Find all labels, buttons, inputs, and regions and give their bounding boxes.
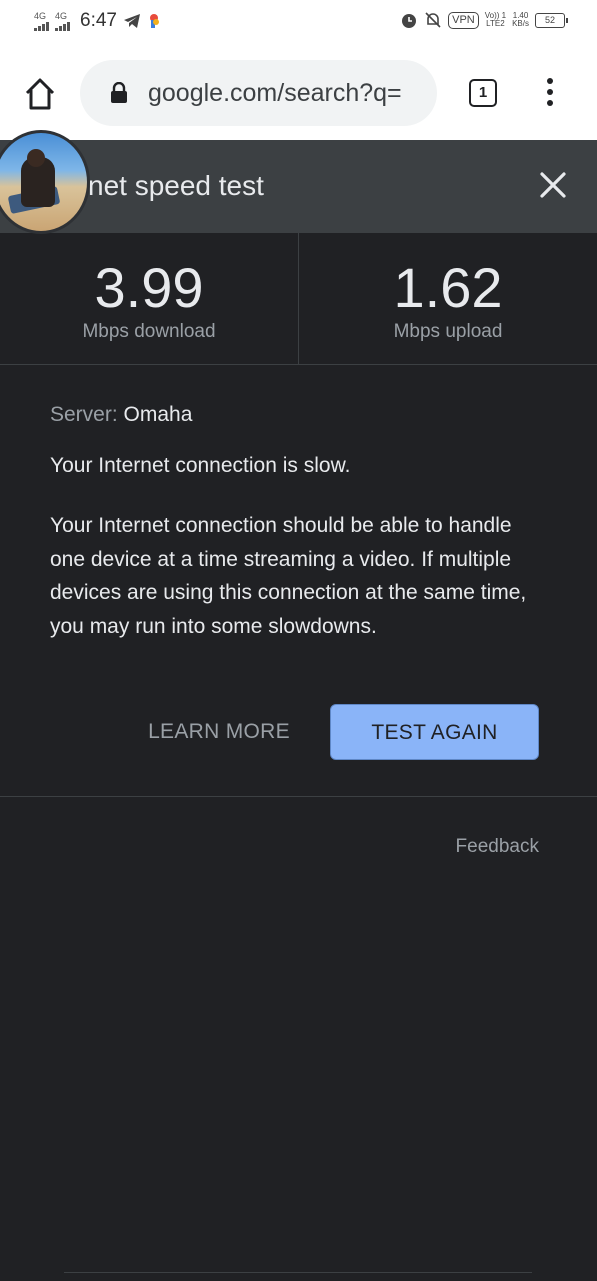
url-text: google.com/search?q= [148, 78, 402, 107]
server-label: Server: [50, 403, 118, 426]
download-label: Mbps download [82, 321, 216, 342]
network-type-2: 4G [55, 10, 68, 21]
browser-toolbar: google.com/search?q= 1 [0, 46, 597, 140]
status-bar-right: VPN Vo)) 1 LTE2 1.40 KB/s 52 [400, 11, 568, 29]
upload-label: Mbps upload [393, 321, 503, 342]
connection-summary: Your Internet connection is slow. [50, 454, 351, 477]
telegram-icon [123, 14, 140, 28]
signal-icon-2: 4G [55, 10, 70, 31]
mute-bell-icon [425, 12, 441, 28]
connection-description: Your Internet connection should be able … [50, 514, 527, 638]
net-speed-indicator: 1.40 KB/s [512, 12, 529, 28]
url-bar[interactable]: google.com/search?q= [80, 60, 437, 126]
home-icon[interactable] [22, 76, 58, 112]
volte-indicator: Vo)) 1 LTE2 [485, 12, 506, 28]
learn-more-button[interactable]: LEARN MORE [134, 704, 304, 760]
app-notification-icon [149, 14, 159, 28]
upload-value: 1.62 [393, 256, 503, 319]
speed-test-title: net speed test [88, 170, 264, 201]
close-icon[interactable] [536, 168, 570, 202]
status-bar: 4G 4G 6:47 VPN Vo)) 1 LTE2 1.40 KB/s 52 [0, 0, 597, 46]
download-result: 3.99 Mbps download [0, 233, 299, 364]
upload-result: 1.62 Mbps upload [299, 233, 597, 364]
clock: 6:47 [80, 10, 117, 31]
speed-results: 3.99 Mbps download 1.62 Mbps upload [0, 233, 597, 365]
download-value: 3.99 [94, 256, 204, 319]
alarm-icon [402, 14, 417, 28]
net-speed-unit: KB/s [512, 19, 529, 28]
test-again-button[interactable]: TEST AGAIN [330, 704, 539, 760]
signal-icon: 4G [34, 10, 49, 31]
feedback-link[interactable]: Feedback [456, 836, 539, 858]
network-type-1: 4G [34, 10, 47, 21]
server-name: Omaha [123, 403, 193, 426]
server-info: Server: Omaha [50, 398, 550, 431]
lock-icon [111, 82, 127, 103]
tab-switcher-button[interactable]: 1 [469, 79, 497, 107]
overflow-menu-icon[interactable] [540, 78, 560, 110]
status-bar-left: 4G 4G 6:47 [34, 10, 161, 32]
volte-bottom: LTE2 [486, 19, 505, 28]
battery-icon: 52 [535, 12, 568, 28]
divider [0, 796, 597, 797]
vpn-badge: VPN [448, 11, 479, 29]
